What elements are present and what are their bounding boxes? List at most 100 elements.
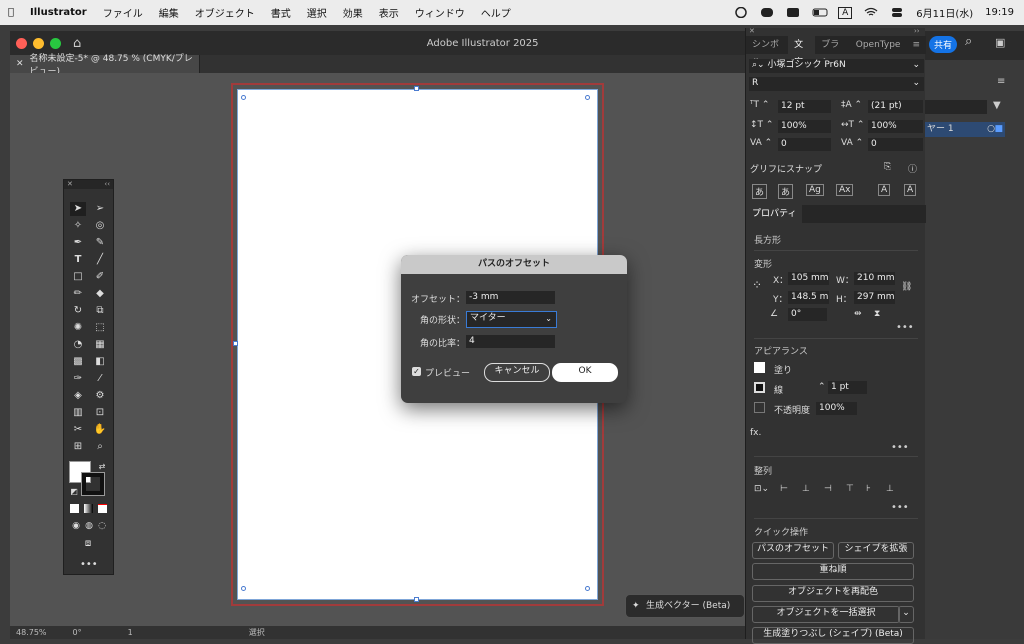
tab-brushes[interactable]: ブラシ	[815, 36, 849, 68]
magic-wand-tool-icon[interactable]: ✧	[70, 219, 86, 233]
filter-icon[interactable]: ▼	[993, 100, 1001, 111]
stroke-color-swatch[interactable]	[754, 382, 765, 393]
preview-checkbox[interactable]: ✓	[412, 367, 421, 376]
expand-shape-button[interactable]: シェイプを拡張	[838, 542, 914, 559]
align-hcenter-icon[interactable]: ⊥	[802, 484, 810, 494]
menu-effect[interactable]: 効果	[335, 5, 371, 20]
y-input[interactable]: 148.5 m	[788, 291, 829, 304]
cancel-button[interactable]: キャンセル	[484, 363, 550, 382]
font-style-select[interactable]: R ⌄	[749, 77, 924, 91]
tab-symbols[interactable]: シンボル	[746, 36, 788, 68]
shape-builder-tool-icon[interactable]: ◔	[70, 338, 86, 352]
fill-color-swatch[interactable]	[754, 362, 765, 373]
snap-bounds-icon[interactable]: Ag	[806, 184, 824, 196]
artboard-tool-icon[interactable]: ⊡	[92, 406, 108, 420]
input-mode-indicator[interactable]: A	[838, 6, 853, 19]
menu-type[interactable]: 書式	[263, 5, 299, 20]
selection-tool-icon[interactable]: ➤	[70, 202, 86, 216]
offset-path-button[interactable]: パスのオフセット	[752, 542, 834, 559]
tab-character[interactable]: 文字	[788, 36, 816, 68]
selection-handle[interactable]	[241, 586, 246, 591]
flip-vertical-icon[interactable]: ⧗	[874, 309, 880, 319]
pen-tool-icon[interactable]: ✒	[70, 236, 86, 250]
menubar-date[interactable]: 6月11日(水)	[916, 5, 973, 20]
snap-angular-icon[interactable]: A	[878, 184, 891, 196]
close-window-button[interactable]	[16, 37, 27, 49]
corner-select[interactable]: マイター ⌄	[466, 311, 557, 328]
fx-button[interactable]: fx.	[750, 428, 761, 438]
more-options-icon[interactable]: •••	[891, 442, 909, 453]
home-icon[interactable]: ⌂	[73, 36, 81, 51]
measure-tool-icon[interactable]: ⁄	[92, 372, 108, 386]
height-input[interactable]: 297 mm	[854, 291, 895, 304]
collapse-icon[interactable]: ‹‹	[104, 180, 110, 189]
generative-vector-bar[interactable]: ✦ 生成ベクター (Beta)	[625, 594, 745, 618]
opacity-input[interactable]: 100%	[816, 402, 857, 415]
slice-tool-icon[interactable]: ✂	[70, 423, 86, 437]
lasso-tool-icon[interactable]: ◎	[92, 219, 108, 233]
close-icon[interactable]: ✕	[749, 27, 755, 35]
constrain-proportions-icon[interactable]: ⛓	[901, 282, 912, 292]
hand-tool-icon[interactable]: ✋	[92, 423, 108, 437]
zoom-level[interactable]: 48.75%	[16, 628, 47, 637]
preview-label[interactable]: プレビュー	[425, 366, 470, 379]
gradient-mode-icon[interactable]	[84, 504, 93, 513]
snap-italic-icon[interactable]: A	[904, 184, 917, 196]
warp-tool-icon[interactable]: ✺	[70, 321, 86, 335]
recolor-button[interactable]: オブジェクトを再配色	[752, 585, 914, 602]
line-tool-icon[interactable]: ╱	[92, 253, 108, 267]
snap-proximity-icon[interactable]: Ax	[836, 184, 854, 196]
tab-opentype[interactable]: OpenType	[850, 36, 907, 54]
layer-row[interactable]: ヤー 1 ○ ■	[925, 122, 1005, 137]
share-button[interactable]: 共有	[929, 36, 958, 53]
x-input[interactable]: 105 mm	[788, 272, 829, 285]
menu-file[interactable]: ファイル	[95, 5, 151, 20]
menu-object[interactable]: オブジェクト	[187, 5, 263, 20]
ok-button[interactable]: OK	[552, 363, 618, 382]
draw-inside-icon[interactable]: ◌	[94, 519, 110, 533]
type-tool-icon[interactable]: T	[70, 253, 86, 267]
wifi-icon[interactable]	[864, 7, 878, 18]
stroke-weight-input[interactable]: 1 pt	[828, 381, 867, 394]
edit-toolbar-icon[interactable]: •••	[80, 558, 98, 572]
eraser-tool-icon[interactable]: ◆	[92, 287, 108, 301]
glyph-snap-options-icon[interactable]: ⎘	[884, 162, 891, 172]
rotation-view[interactable]: 0°	[73, 628, 82, 637]
offset-input[interactable]: -3 mm	[466, 291, 555, 304]
print-tiling-tool-icon[interactable]: ⊞	[70, 440, 86, 454]
reference-point-icon[interactable]: ⁘	[752, 278, 762, 292]
menu-view[interactable]: 表示	[371, 5, 407, 20]
align-to-icon[interactable]: ⊡⌄	[754, 484, 769, 494]
layers-search-input[interactable]	[925, 100, 987, 114]
align-top-icon[interactable]: ⊤	[846, 484, 854, 494]
more-options-icon[interactable]: •••	[896, 322, 914, 333]
align-bottom-icon[interactable]: ⊥	[886, 484, 894, 494]
battery-icon[interactable]	[812, 7, 828, 18]
arrange-button[interactable]: 重ね順	[752, 563, 914, 580]
zoom-tool-icon[interactable]: ⌕	[92, 440, 108, 454]
eyedropper-tool-icon[interactable]: ✑	[70, 372, 86, 386]
control-center-icon[interactable]	[890, 7, 904, 18]
direct-selection-tool-icon[interactable]: ➢	[92, 202, 108, 216]
menu-help[interactable]: ヘルプ	[473, 5, 519, 20]
line-app-icon[interactable]	[760, 7, 774, 18]
menu-window[interactable]: ウィンドウ	[407, 5, 473, 20]
selection-handle[interactable]	[233, 341, 238, 346]
scale-tool-icon[interactable]: ⧉	[92, 304, 108, 318]
pencil-tool-icon[interactable]: ✏	[70, 287, 86, 301]
document-tab[interactable]: ✕ 名称未設定-5* @ 48.75 % (CMYK/プレビュー)	[10, 54, 200, 77]
swap-fill-stroke-icon[interactable]: ⇄	[94, 460, 110, 474]
more-options-icon[interactable]: •••	[891, 502, 909, 513]
paintbrush-tool-icon[interactable]: ✐	[92, 270, 108, 284]
menu-app-name[interactable]: Illustrator	[22, 7, 95, 18]
apple-icon[interactable]: 	[0, 7, 22, 18]
selection-indicator[interactable]: ■	[994, 122, 1003, 137]
selection-handle[interactable]	[585, 95, 590, 100]
creative-cloud-icon[interactable]	[734, 6, 748, 19]
stroke-swatch[interactable]	[81, 472, 105, 496]
font-size-input[interactable]: 12 pt	[778, 100, 831, 113]
rectangle-tool-icon[interactable]: □	[70, 270, 86, 284]
align-right-icon[interactable]: ⊣	[824, 484, 832, 494]
rotate-tool-icon[interactable]: ↻	[70, 304, 86, 318]
panel-menu-icon[interactable]: ≡	[906, 36, 926, 54]
